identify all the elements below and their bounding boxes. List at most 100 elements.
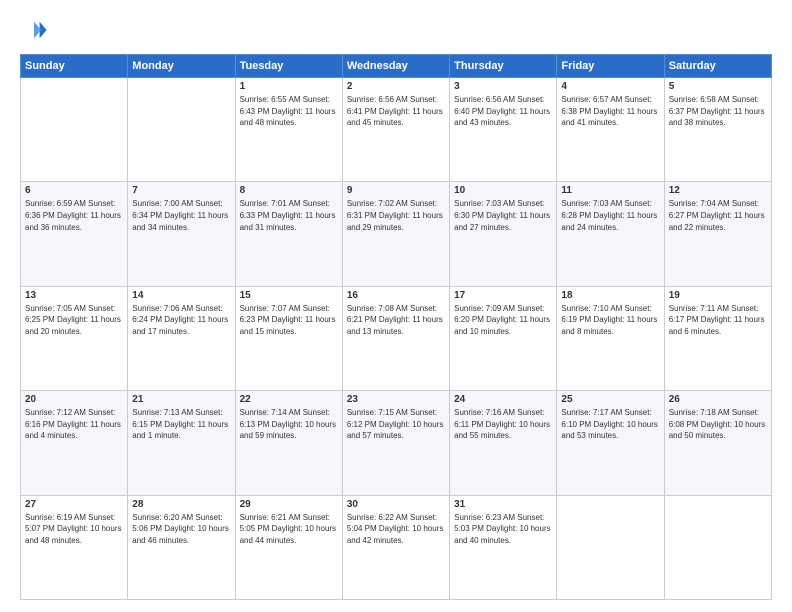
day-number: 24 [454,394,552,405]
logo-icon [20,16,48,44]
day-number: 29 [240,499,338,510]
day-number: 23 [347,394,445,405]
calendar-cell: 27Sunrise: 6:19 AM Sunset: 5:07 PM Dayli… [21,495,128,599]
cell-content: Sunrise: 7:08 AM Sunset: 6:21 PM Dayligh… [347,303,445,338]
day-number: 30 [347,499,445,510]
cell-content: Sunrise: 7:12 AM Sunset: 6:16 PM Dayligh… [25,407,123,442]
calendar-cell: 30Sunrise: 6:22 AM Sunset: 5:04 PM Dayli… [342,495,449,599]
calendar-cell: 31 Sunrise: 6:23 AM Sunset: 5:03 PM Dayli… [450,495,557,599]
cell-content: Sunrise: 7:09 AM Sunset: 6:20 PM Dayligh… [454,303,552,338]
cell-content: Sunrise: 6:56 AM Sunset: 6:40 PM Dayligh… [454,94,552,129]
cell-content: Sunrise: 7:02 AM Sunset: 6:31 PM Dayligh… [347,198,445,233]
calendar-week-row: 6 Sunrise: 6:59 AM Sunset: 6:36 PM Daylig… [21,182,772,286]
weekday-header: Sunday [21,55,128,78]
calendar-cell: 19 Sunrise: 7:11 AM Sunset: 6:17 PM Dayli… [664,286,771,390]
day-number: 17 [454,290,552,301]
weekday-header: Monday [128,55,235,78]
cell-content: Sunrise: 7:05 AM Sunset: 6:25 PM Dayligh… [25,303,123,338]
cell-content: Sunrise: 7:10 AM Sunset: 6:19 PM Dayligh… [561,303,659,338]
day-number: 10 [454,185,552,196]
calendar-cell: 9 Sunrise: 7:02 AM Sunset: 6:31 PM Daylig… [342,182,449,286]
page: SundayMondayTuesdayWednesdayThursdayFrid… [0,0,792,612]
calendar-cell: 25Sunrise: 7:17 AM Sunset: 6:10 PM Dayli… [557,391,664,495]
header [20,16,772,44]
cell-content: Sunrise: 7:07 AM Sunset: 6:23 PM Dayligh… [240,303,338,338]
weekday-header: Saturday [664,55,771,78]
calendar-table: SundayMondayTuesdayWednesdayThursdayFrid… [20,54,772,600]
day-number: 16 [347,290,445,301]
calendar-cell: 22Sunrise: 7:14 AM Sunset: 6:13 PM Dayli… [235,391,342,495]
calendar-cell: 15 Sunrise: 7:07 AM Sunset: 6:23 PM Dayli… [235,286,342,390]
cell-content: Sunrise: 7:00 AM Sunset: 6:34 PM Dayligh… [132,198,230,233]
cell-content: Sunrise: 7:03 AM Sunset: 6:28 PM Dayligh… [561,198,659,233]
cell-content: Sunrise: 6:57 AM Sunset: 6:38 PM Dayligh… [561,94,659,129]
calendar-cell: 2 Sunrise: 6:56 AM Sunset: 6:41 PM Daylig… [342,78,449,182]
day-number: 27 [25,499,123,510]
cell-content: Sunrise: 6:21 AM Sunset: 5:05 PM Dayligh… [240,512,338,547]
cell-content: Sunrise: 7:01 AM Sunset: 6:33 PM Dayligh… [240,198,338,233]
cell-content: Sunrise: 6:20 AM Sunset: 5:06 PM Dayligh… [132,512,230,547]
cell-content: Sunrise: 7:03 AM Sunset: 6:30 PM Dayligh… [454,198,552,233]
calendar-cell: 18 Sunrise: 7:10 AM Sunset: 6:19 PM Dayli… [557,286,664,390]
day-number: 5 [669,81,767,92]
calendar-cell [128,78,235,182]
day-number: 31 [454,499,552,510]
day-number: 9 [347,185,445,196]
day-number: 12 [669,185,767,196]
calendar-cell: 1 Sunrise: 6:55 AM Sunset: 6:43 PM Daylig… [235,78,342,182]
calendar-cell: 14 Sunrise: 7:06 AM Sunset: 6:24 PM Dayli… [128,286,235,390]
cell-content: Sunrise: 7:15 AM Sunset: 6:12 PM Dayligh… [347,407,445,442]
calendar-cell: 10 Sunrise: 7:03 AM Sunset: 6:30 PM Dayli… [450,182,557,286]
day-number: 20 [25,394,123,405]
cell-content: Sunrise: 6:59 AM Sunset: 6:36 PM Dayligh… [25,198,123,233]
day-number: 4 [561,81,659,92]
day-number: 2 [347,81,445,92]
cell-content: Sunrise: 6:23 AM Sunset: 5:03 PM Dayligh… [454,512,552,547]
day-number: 11 [561,185,659,196]
day-number: 26 [669,394,767,405]
calendar-week-row: 1 Sunrise: 6:55 AM Sunset: 6:43 PM Daylig… [21,78,772,182]
calendar-cell: 3 Sunrise: 6:56 AM Sunset: 6:40 PM Daylig… [450,78,557,182]
calendar-cell: 8 Sunrise: 7:01 AM Sunset: 6:33 PM Daylig… [235,182,342,286]
day-number: 22 [240,394,338,405]
weekday-header: Tuesday [235,55,342,78]
calendar-cell: 21 Sunrise: 7:13 AM Sunset: 6:15 PM Dayli… [128,391,235,495]
cell-content: Sunrise: 7:18 AM Sunset: 6:08 PM Dayligh… [669,407,767,442]
calendar-cell: 12 Sunrise: 7:04 AM Sunset: 6:27 PM Dayli… [664,182,771,286]
day-number: 8 [240,185,338,196]
weekday-header: Friday [557,55,664,78]
day-number: 19 [669,290,767,301]
cell-content: Sunrise: 7:06 AM Sunset: 6:24 PM Dayligh… [132,303,230,338]
calendar-cell: 4 Sunrise: 6:57 AM Sunset: 6:38 PM Daylig… [557,78,664,182]
calendar-cell: 13 Sunrise: 7:05 AM Sunset: 6:25 PM Dayli… [21,286,128,390]
calendar-cell: 5 Sunrise: 6:58 AM Sunset: 6:37 PM Daylig… [664,78,771,182]
weekday-header: Thursday [450,55,557,78]
calendar-week-row: 20 Sunrise: 7:12 AM Sunset: 6:16 PM Dayli… [21,391,772,495]
calendar-week-row: 13 Sunrise: 7:05 AM Sunset: 6:25 PM Dayli… [21,286,772,390]
cell-content: Sunrise: 7:16 AM Sunset: 6:11 PM Dayligh… [454,407,552,442]
calendar-cell: 17 Sunrise: 7:09 AM Sunset: 6:20 PM Dayli… [450,286,557,390]
calendar-cell [21,78,128,182]
calendar-cell [664,495,771,599]
day-number: 15 [240,290,338,301]
calendar-header-row: SundayMondayTuesdayWednesdayThursdayFrid… [21,55,772,78]
day-number: 7 [132,185,230,196]
day-number: 14 [132,290,230,301]
calendar-cell: 6 Sunrise: 6:59 AM Sunset: 6:36 PM Daylig… [21,182,128,286]
cell-content: Sunrise: 7:11 AM Sunset: 6:17 PM Dayligh… [669,303,767,338]
logo [20,16,50,44]
cell-content: Sunrise: 6:55 AM Sunset: 6:43 PM Dayligh… [240,94,338,129]
day-number: 13 [25,290,123,301]
day-number: 21 [132,394,230,405]
day-number: 1 [240,81,338,92]
cell-content: Sunrise: 7:04 AM Sunset: 6:27 PM Dayligh… [669,198,767,233]
calendar-cell [557,495,664,599]
cell-content: Sunrise: 7:13 AM Sunset: 6:15 PM Dayligh… [132,407,230,442]
cell-content: Sunrise: 7:17 AM Sunset: 6:10 PM Dayligh… [561,407,659,442]
day-number: 18 [561,290,659,301]
day-number: 6 [25,185,123,196]
cell-content: Sunrise: 6:58 AM Sunset: 6:37 PM Dayligh… [669,94,767,129]
cell-content: Sunrise: 6:56 AM Sunset: 6:41 PM Dayligh… [347,94,445,129]
day-number: 3 [454,81,552,92]
calendar-cell: 20 Sunrise: 7:12 AM Sunset: 6:16 PM Dayli… [21,391,128,495]
